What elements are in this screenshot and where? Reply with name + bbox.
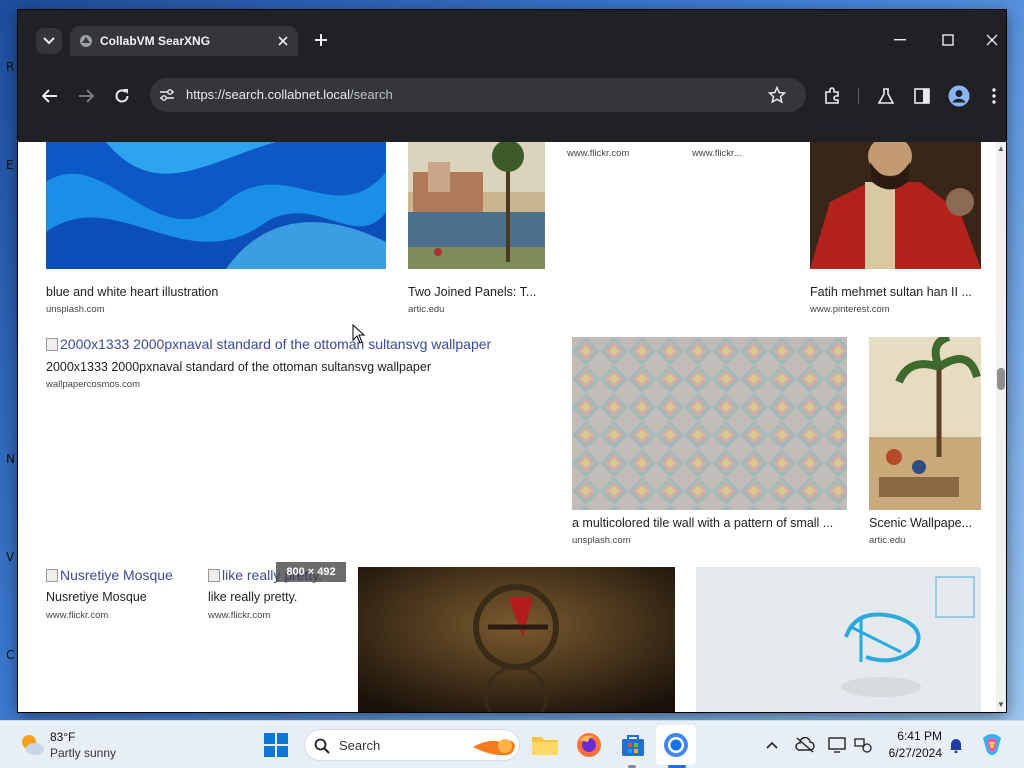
result-title[interactable]: Fatih mehmet sultan han II ... [810,285,981,299]
result-source: artic.edu [408,304,445,315]
favicon-icon [78,33,94,49]
chrome-icon[interactable] [661,730,691,760]
tab-active[interactable]: CollabVM SearXNG [70,26,298,56]
image-size-badge: 800 × 492 [276,562,346,582]
url-host: https://search.collabnet.local [186,87,351,102]
result-title[interactable]: 2000x1333 2000pxnaval standard of the ot… [46,360,546,374]
result-title[interactable]: a multicolored tile wall with a pattern … [572,516,847,530]
back-icon[interactable] [38,84,62,108]
result-title[interactable]: blue and white heart illustration [46,285,386,299]
maximize-icon[interactable] [936,30,960,50]
labs-icon[interactable] [874,84,898,108]
minimize-icon[interactable] [888,30,912,50]
url-path: /search [350,87,393,102]
image-results: blue and white heart illustration unspla… [28,142,996,712]
scrollbar-thumb[interactable] [997,368,1005,390]
result-title[interactable]: Scenic Wallpape... [869,516,981,530]
url-text: https://search.collabnet.local/search [186,87,393,102]
result-source: artic.edu [869,535,906,546]
result-source: www.flickr.com [208,610,271,621]
result-source: www.pinterest.com [810,304,890,315]
search-highlight-icon [471,733,517,759]
browser-window: CollabVM SearXNG https://search.collabne… [18,10,1006,712]
tab-strip: CollabVM SearXNG [18,10,1006,66]
display-icon[interactable] [826,735,848,755]
mouse-cursor-icon [352,324,366,344]
store-icon[interactable] [618,730,648,760]
result-thumbnail[interactable] [408,142,545,269]
cloud-off-icon[interactable] [794,735,816,755]
windows-start-icon[interactable] [262,731,290,759]
alt-text: 2000x1333 2000pxnaval standard of the ot… [60,336,492,352]
network-icon[interactable] [852,735,874,755]
chevron-up-icon[interactable] [762,735,782,755]
result-title[interactable]: Two Joined Panels: T... [408,285,545,299]
tab-title: CollabVM SearXNG [100,34,211,48]
broken-image-alt[interactable]: Nusretiye Mosque [46,567,173,583]
taskbar-search[interactable]: Search [304,729,520,761]
alt-text: Nusretiye Mosque [60,567,173,583]
clock-time[interactable]: 6:41 PM [880,729,942,743]
broken-image-icon [46,338,58,351]
weather-description[interactable]: Partly sunny [50,746,116,760]
desktop-label: V [6,550,15,564]
reload-icon[interactable] [110,84,134,108]
copilot-icon[interactable] [978,731,1006,759]
toolbar: https://search.collabnet.local/search [18,66,1006,142]
menu-icon[interactable] [984,84,1004,108]
result-source: www.flickr.com [46,610,109,621]
weather-temperature[interactable]: 83°F [50,730,75,744]
close-window-icon[interactable] [980,30,1004,50]
result-thumbnail[interactable] [572,337,847,510]
plus-icon[interactable] [310,29,332,51]
clock-date[interactable]: 6/27/2024 [872,746,942,760]
desktop-label: N [6,452,15,466]
broken-image-icon [46,569,58,582]
desktop-label: R [6,60,15,74]
scroll-down-icon[interactable]: ▼ [997,700,1005,709]
search-label: Search [339,738,381,753]
result-thumbnail[interactable] [696,567,981,712]
extensions-icon[interactable] [820,84,844,108]
result-thumbnail[interactable] [46,142,386,269]
broken-image-alt[interactable]: 2000x1333 2000pxnaval standard of the ot… [46,336,491,352]
weather-icon[interactable] [18,731,46,759]
toolbar-divider [858,88,859,104]
side-panel-icon[interactable] [910,84,934,108]
result-source: www.flickr.com [567,148,630,159]
broken-image-icon [208,569,220,582]
scrollbar[interactable]: ▲ ▼ [996,142,1006,712]
result-thumbnail[interactable] [869,337,981,510]
result-title[interactable]: Nusretiye Mosque [46,590,186,604]
address-bar[interactable]: https://search.collabnet.local/search [150,78,806,112]
result-source: wallpapercosmos.com [46,379,140,390]
chevron-down-icon[interactable] [36,28,62,54]
close-icon[interactable] [274,32,292,50]
result-source: unsplash.com [572,535,631,546]
profile-icon[interactable] [946,83,972,109]
forward-icon[interactable] [74,84,98,108]
firefox-icon[interactable] [574,730,604,760]
result-source: www.flickr... [692,148,742,159]
site-info-icon[interactable] [158,86,176,104]
bell-icon[interactable] [946,735,966,755]
taskbar: 83°F Partly sunny Search 6:41 PM 6/27/20… [0,720,1024,768]
result-thumbnail[interactable] [358,567,675,712]
result-thumbnail[interactable] [810,142,981,269]
result-source: unsplash.com [46,304,105,315]
desktop-label: E [6,158,14,172]
scroll-up-icon[interactable]: ▲ [997,144,1005,153]
search-icon [313,737,331,755]
star-icon[interactable] [768,86,786,104]
desktop-label: C [6,648,15,662]
file-explorer-icon[interactable] [530,730,560,760]
result-title[interactable]: like really pretty. [208,590,348,604]
